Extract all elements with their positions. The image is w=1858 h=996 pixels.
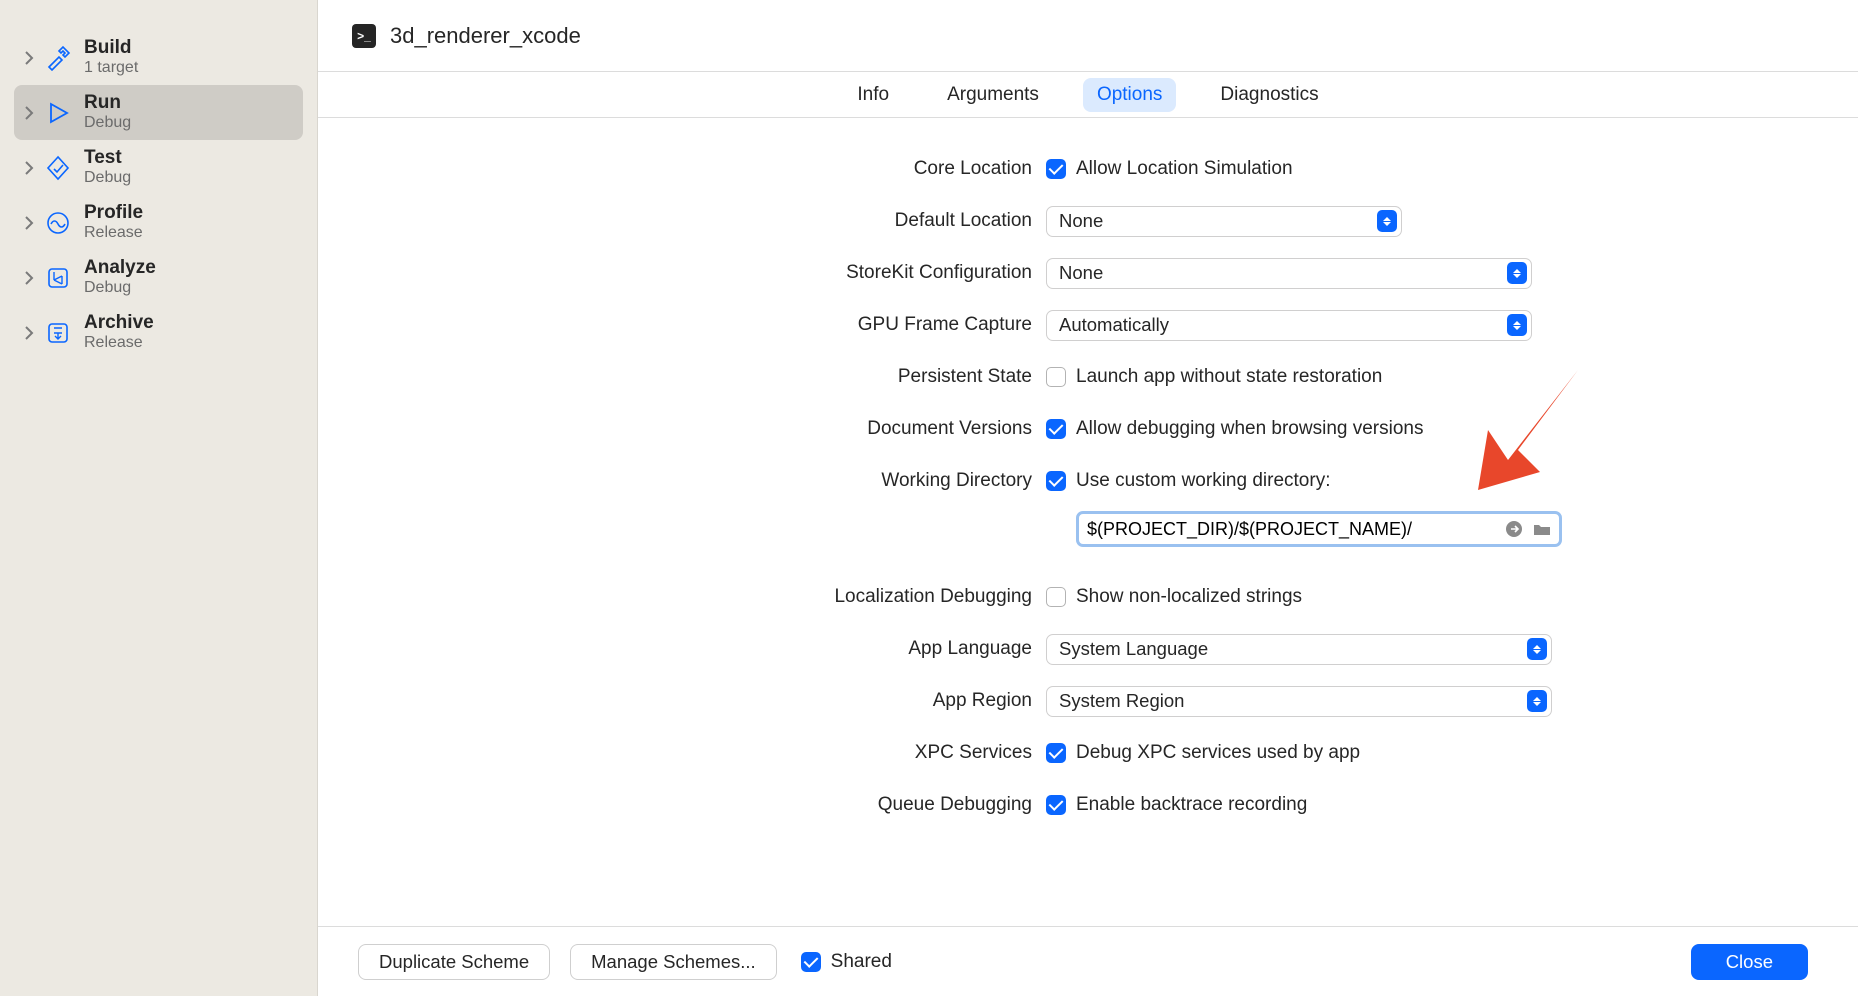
sidebar-item-subtitle: Debug [84, 169, 131, 187]
chevron-right-icon [18, 216, 40, 230]
document-versions-checkbox[interactable] [1046, 419, 1066, 439]
sidebar-item-title: Test [84, 147, 131, 169]
analyze-icon [40, 260, 76, 296]
app-region-label: App Region [318, 690, 1046, 712]
sidebar-item-title: Archive [84, 312, 154, 334]
app-language-value: System Language [1059, 638, 1208, 660]
tab-diagnostics[interactable]: Diagnostics [1206, 78, 1332, 112]
sidebar-item-profile[interactable]: Profile Release [14, 195, 303, 250]
xpc-services-label: XPC Services [318, 742, 1046, 764]
sidebar-item-analyze[interactable]: Analyze Debug [14, 250, 303, 305]
localization-debugging-label: Localization Debugging [318, 586, 1046, 608]
tab-bar: Info Arguments Options Diagnostics [318, 72, 1858, 118]
storekit-value: None [1059, 262, 1103, 284]
allow-location-simulation-checkbox[interactable] [1046, 159, 1066, 179]
working-directory-field-wrap [1076, 511, 1562, 547]
sidebar-item-test[interactable]: Test Debug [14, 140, 303, 195]
persistent-state-checkbox[interactable] [1046, 367, 1066, 387]
xpc-services-check-label: Debug XPC services used by app [1076, 742, 1360, 764]
options-content: Core Location Allow Location Simulation … [318, 118, 1858, 926]
sidebar-item-build[interactable]: Build 1 target [14, 30, 303, 85]
main-panel: >_ 3d_renderer_xcode Info Arguments Opti… [318, 0, 1858, 996]
play-icon [40, 95, 76, 131]
core-location-label: Core Location [318, 158, 1046, 180]
scheme-sidebar: Build 1 target Run Debug Test Debug Prof… [0, 0, 318, 996]
updown-arrows-icon [1527, 638, 1547, 660]
allow-location-simulation-label: Allow Location Simulation [1076, 158, 1293, 180]
queue-debugging-label: Queue Debugging [318, 794, 1046, 816]
xpc-services-checkbox[interactable] [1046, 743, 1066, 763]
sidebar-item-subtitle: Release [84, 224, 143, 242]
app-language-label: App Language [318, 638, 1046, 660]
chevron-right-icon [18, 271, 40, 285]
sidebar-item-subtitle: 1 target [84, 59, 138, 77]
scheme-header: >_ 3d_renderer_xcode [318, 0, 1858, 72]
sidebar-item-title: Analyze [84, 257, 156, 279]
default-location-label: Default Location [318, 210, 1046, 232]
sidebar-item-title: Build [84, 37, 138, 59]
sidebar-item-run[interactable]: Run Debug [14, 85, 303, 140]
queue-debugging-checkbox[interactable] [1046, 795, 1066, 815]
sidebar-item-title: Run [84, 92, 131, 114]
arrow-circle-icon[interactable] [1503, 518, 1525, 540]
sidebar-item-subtitle: Debug [84, 279, 156, 297]
sidebar-item-title: Profile [84, 202, 143, 224]
default-location-value: None [1059, 210, 1103, 232]
updown-arrows-icon [1377, 210, 1397, 232]
default-location-select[interactable]: None [1046, 206, 1402, 237]
shared-label: Shared [831, 951, 892, 973]
scheme-name: 3d_renderer_xcode [390, 23, 581, 49]
hammer-icon [40, 40, 76, 76]
gpu-capture-select[interactable]: Automatically [1046, 310, 1532, 341]
app-region-select[interactable]: System Region [1046, 686, 1552, 717]
close-button[interactable]: Close [1691, 944, 1808, 980]
duplicate-scheme-button[interactable]: Duplicate Scheme [358, 944, 550, 980]
manage-schemes-button[interactable]: Manage Schemes... [570, 944, 777, 980]
updown-arrows-icon [1527, 690, 1547, 712]
sidebar-item-archive[interactable]: Archive Release [14, 305, 303, 360]
chevron-right-icon [18, 161, 40, 175]
profile-icon [40, 205, 76, 241]
storekit-select[interactable]: None [1046, 258, 1532, 289]
app-region-value: System Region [1059, 690, 1184, 712]
tab-arguments[interactable]: Arguments [933, 78, 1053, 112]
sidebar-item-subtitle: Release [84, 334, 154, 352]
working-directory-checkbox[interactable] [1046, 471, 1066, 491]
chevron-right-icon [18, 51, 40, 65]
working-directory-label: Working Directory [318, 470, 1046, 492]
document-versions-check-label: Allow debugging when browsing versions [1076, 418, 1423, 440]
gpu-value: Automatically [1059, 314, 1169, 336]
working-directory-input[interactable] [1087, 519, 1497, 540]
shared-checkbox[interactable] [801, 952, 821, 972]
archive-icon [40, 315, 76, 351]
persistent-state-label: Persistent State [318, 366, 1046, 388]
working-directory-check-label: Use custom working directory: [1076, 470, 1330, 492]
persistent-state-check-label: Launch app without state restoration [1076, 366, 1382, 388]
folder-icon[interactable] [1531, 518, 1553, 540]
tab-options[interactable]: Options [1083, 78, 1176, 112]
localization-debugging-checkbox[interactable] [1046, 587, 1066, 607]
queue-debugging-check-label: Enable backtrace recording [1076, 794, 1307, 816]
updown-arrows-icon [1507, 314, 1527, 336]
chevron-right-icon [18, 326, 40, 340]
sidebar-item-subtitle: Debug [84, 114, 131, 132]
storekit-label: StoreKit Configuration [318, 262, 1046, 284]
localization-debugging-check-label: Show non-localized strings [1076, 586, 1302, 608]
footer-bar: Duplicate Scheme Manage Schemes... Share… [318, 926, 1858, 996]
gpu-label: GPU Frame Capture [318, 314, 1046, 336]
terminal-icon: >_ [352, 24, 376, 48]
tab-info[interactable]: Info [843, 78, 903, 112]
updown-arrows-icon [1507, 262, 1527, 284]
document-versions-label: Document Versions [318, 418, 1046, 440]
chevron-right-icon [18, 106, 40, 120]
test-icon [40, 150, 76, 186]
app-language-select[interactable]: System Language [1046, 634, 1552, 665]
